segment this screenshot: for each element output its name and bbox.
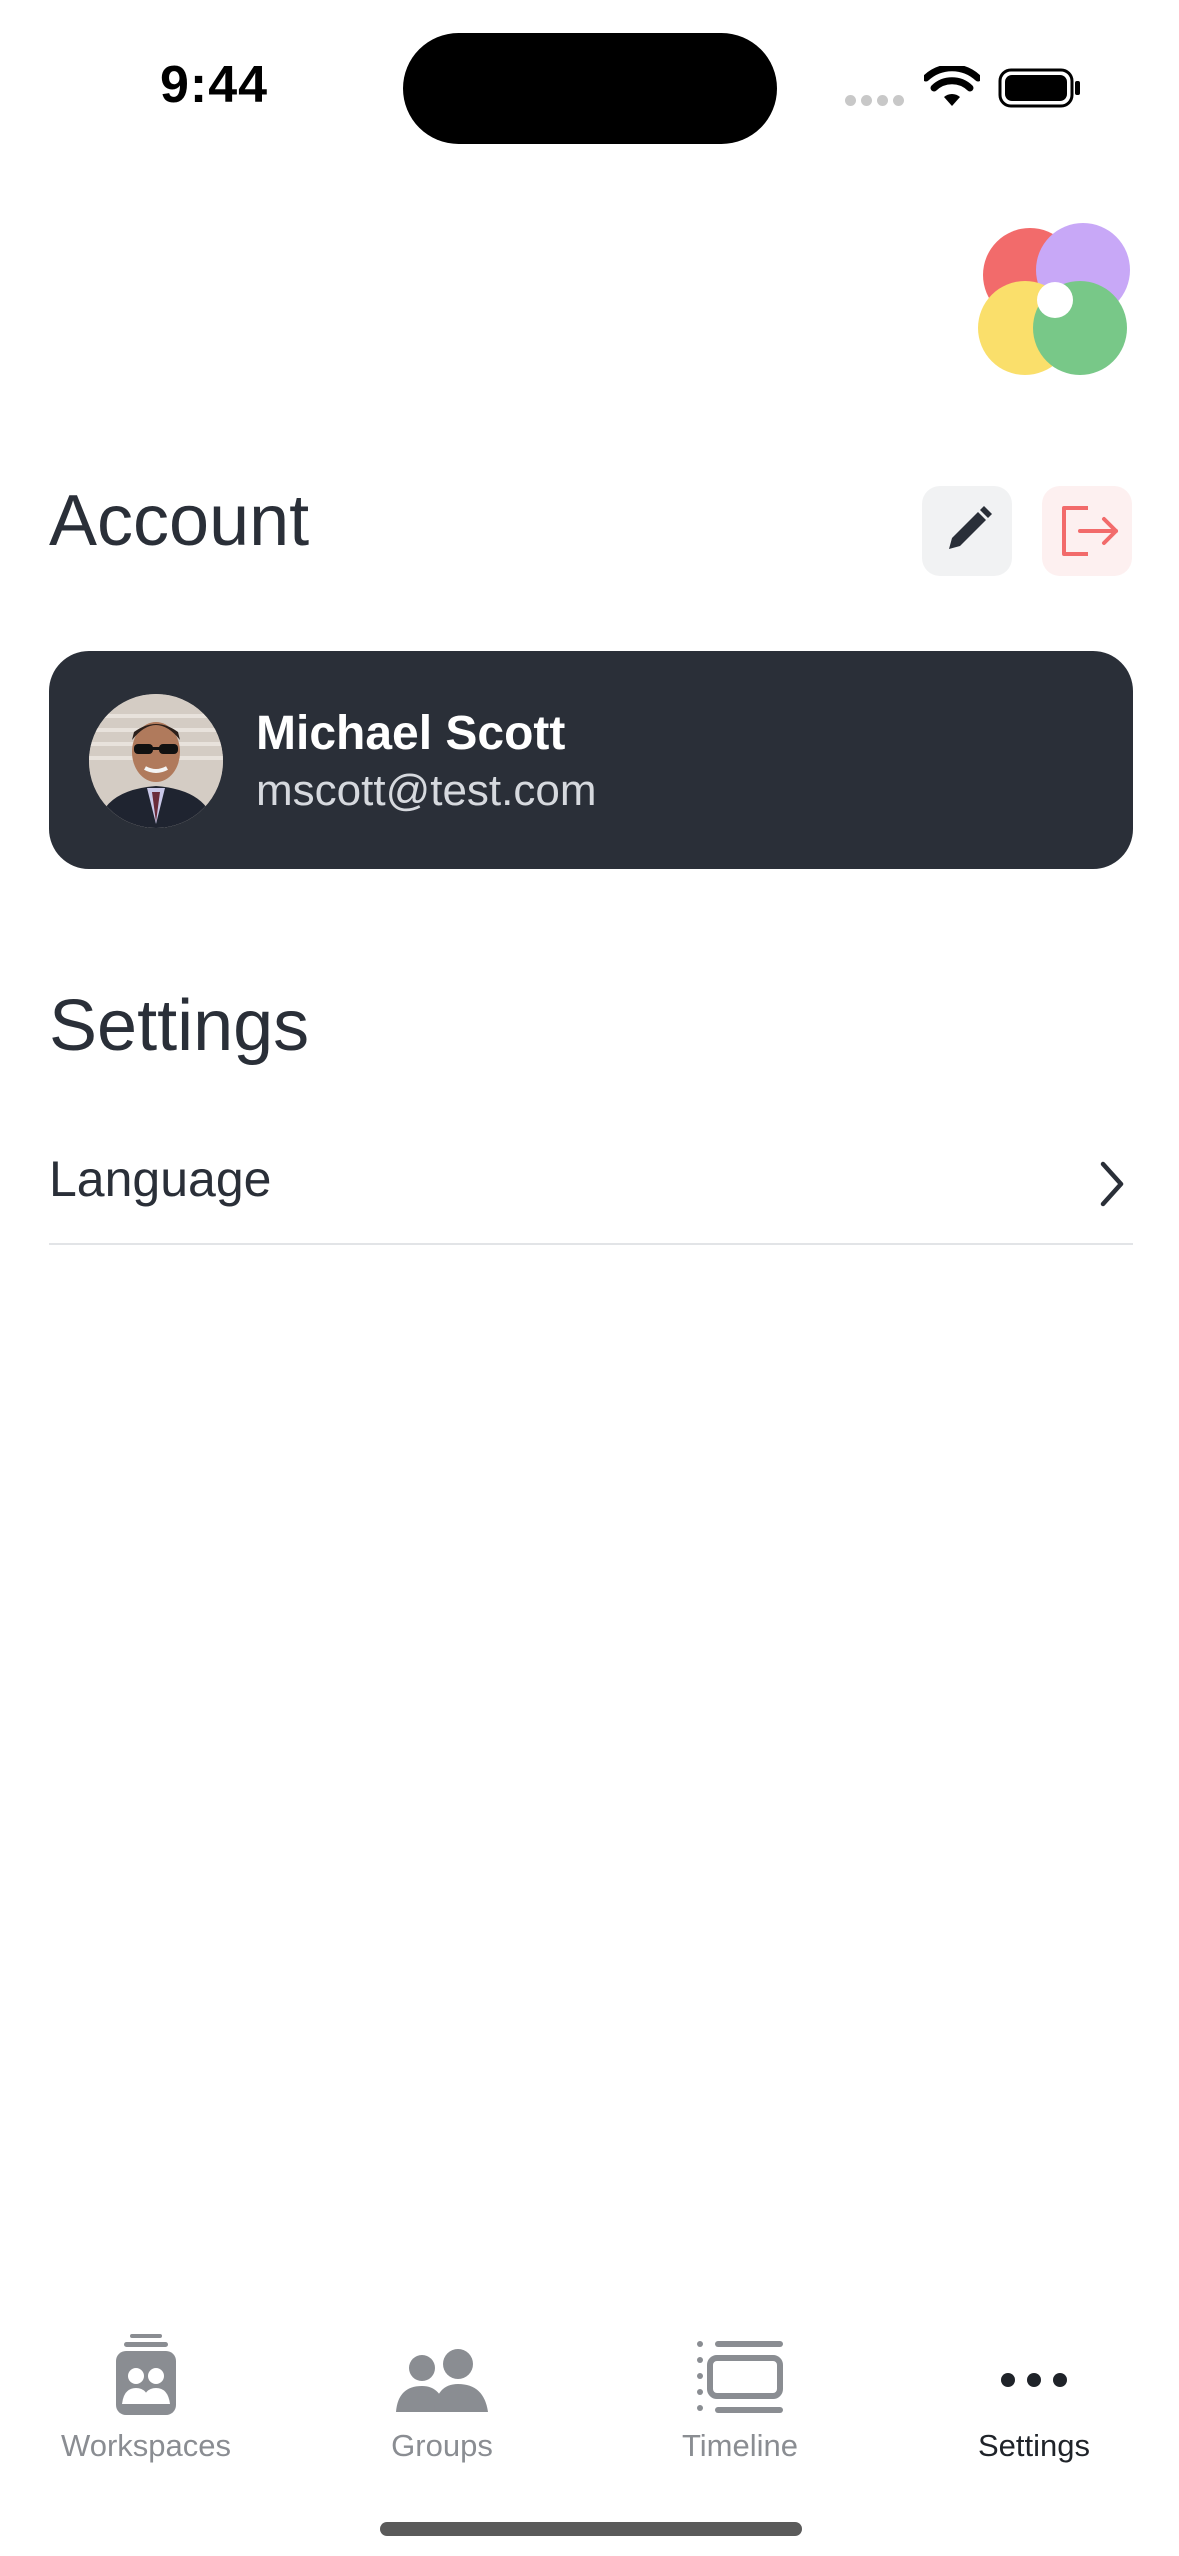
settings-title: Settings <box>49 986 310 1066</box>
timeline-icon <box>697 2341 783 2413</box>
more-dots-icon <box>1001 2373 1067 2387</box>
dynamic-island <box>403 33 777 144</box>
tab-timeline[interactable]: Timeline <box>610 2300 870 2470</box>
user-email: mscott@test.com <box>256 766 597 815</box>
groups-icon <box>396 2349 488 2412</box>
account-card[interactable]: Michael Scott mscott@test.com <box>49 651 1133 869</box>
status-bar: 9:44 <box>0 0 1179 180</box>
battery-icon <box>998 68 1080 108</box>
home-indicator[interactable] <box>380 2522 802 2536</box>
logout-icon <box>1062 506 1118 556</box>
status-time: 9:44 <box>160 56 269 114</box>
settings-item-label: Language <box>49 1151 272 1207</box>
tab-groups[interactable]: Groups <box>312 2300 572 2470</box>
avatar <box>89 694 223 828</box>
pencil-icon <box>949 506 992 549</box>
cellular-signal-icon <box>845 95 905 107</box>
logout-button[interactable] <box>1042 486 1132 576</box>
settings-item-language[interactable]: Language <box>49 1130 1133 1245</box>
tab-bar: Workspaces Groups Timeline Settings <box>0 2300 1179 2556</box>
chevron-right-icon <box>1100 1161 1124 1207</box>
brand-logo-icon <box>978 223 1130 375</box>
tab-label: Timeline <box>682 2428 798 2463</box>
edit-account-button[interactable] <box>922 486 1012 576</box>
account-title: Account <box>49 481 310 561</box>
tab-label: Groups <box>391 2428 493 2463</box>
tab-settings[interactable]: Settings <box>904 2300 1164 2470</box>
workspaces-icon <box>116 2334 176 2415</box>
wifi-icon <box>924 66 980 106</box>
tab-label: Settings <box>977 2428 1090 2463</box>
tab-label: Workspaces <box>61 2428 231 2463</box>
user-name: Michael Scott <box>256 707 566 760</box>
tab-workspaces[interactable]: Workspaces <box>16 2300 276 2470</box>
user-avatar-photo <box>89 694 223 828</box>
